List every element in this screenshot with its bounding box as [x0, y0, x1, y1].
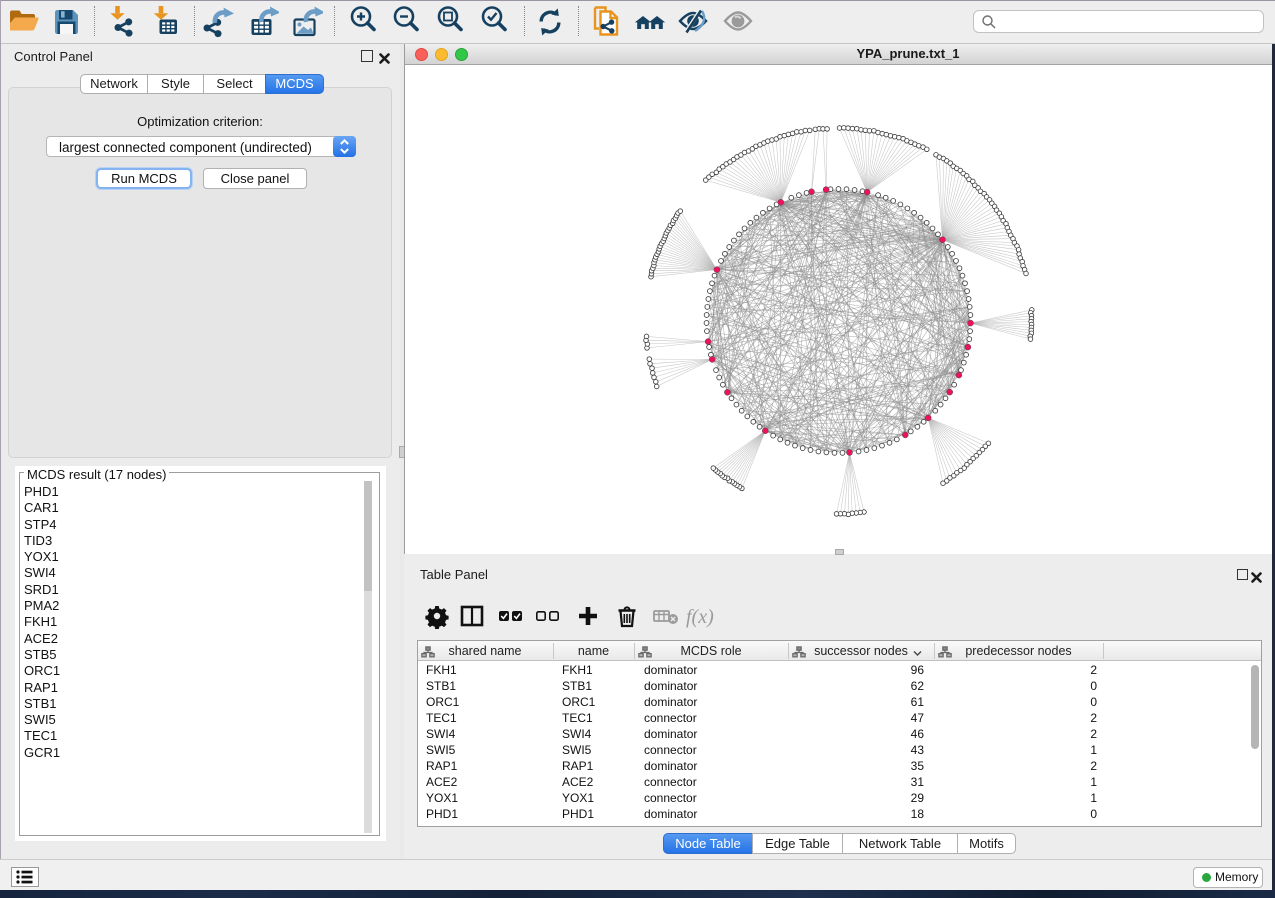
svg-text:f(x): f(x)	[686, 606, 714, 628]
